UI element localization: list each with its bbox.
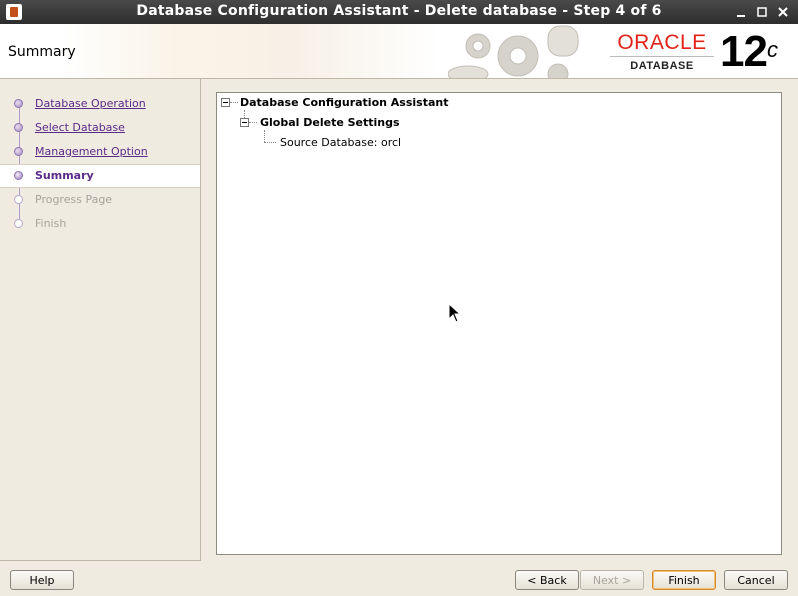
collapse-toggle-icon[interactable] <box>240 118 249 127</box>
collapse-toggle-icon[interactable] <box>221 98 230 107</box>
window-titlebar: Database Configuration Assistant - Delet… <box>0 0 798 24</box>
gears-decoration-icon <box>448 25 579 78</box>
header-banner: Summary ORACLE DATABASE 12c <box>0 24 798 79</box>
tree-group-node[interactable]: Global Delete Settings <box>260 116 400 129</box>
summary-tree[interactable]: Database Configuration Assistant Global … <box>216 92 782 555</box>
step-finish: Finish <box>0 213 200 235</box>
step-database-operation[interactable]: Database Operation <box>0 93 200 115</box>
step-label: Progress Page <box>35 193 113 206</box>
step-bullet-icon <box>14 123 23 132</box>
next-button: Next > <box>580 570 644 590</box>
step-label: Summary <box>35 169 94 182</box>
help-button[interactable]: Help <box>10 570 74 590</box>
steps-sidebar: Database Operation Select Database Manag… <box>0 79 201 561</box>
oracle-database-label: DATABASE <box>630 60 694 72</box>
window-title: Database Configuration Assistant - Delet… <box>136 3 662 19</box>
maximize-icon[interactable] <box>753 3 771 21</box>
cancel-button[interactable]: Cancel <box>724 570 788 590</box>
step-bullet-icon <box>14 147 23 156</box>
step-label: Management Option <box>35 145 148 158</box>
oracle-logo: ORACLE DATABASE <box>610 32 714 72</box>
tree-root-node[interactable]: Database Configuration Assistant <box>240 96 448 109</box>
back-button[interactable]: < Back <box>515 570 579 590</box>
close-icon[interactable] <box>774 3 792 21</box>
minimize-icon[interactable] <box>732 3 750 21</box>
finish-button[interactable]: Finish <box>652 570 716 590</box>
page-title: Summary <box>8 44 76 60</box>
step-progress-page: Progress Page <box>0 189 200 211</box>
step-label: Finish <box>35 217 67 230</box>
step-bullet-icon <box>14 99 23 108</box>
step-summary[interactable]: Summary <box>0 164 200 188</box>
header-decoration <box>60 24 440 78</box>
mouse-cursor-icon <box>448 303 462 323</box>
oracle-wordmark: ORACLE <box>617 31 707 54</box>
tree-leaf-node[interactable]: Source Database: orcl <box>280 136 401 149</box>
step-bullet-icon <box>14 219 23 228</box>
step-management-option[interactable]: Management Option <box>0 141 200 163</box>
step-label: Select Database <box>35 121 125 134</box>
step-select-database[interactable]: Select Database <box>0 117 200 139</box>
step-bullet-icon <box>14 171 23 180</box>
step-label: Database Operation <box>35 97 146 110</box>
version-logo: 12c <box>720 27 778 76</box>
step-bullet-icon <box>14 195 23 204</box>
